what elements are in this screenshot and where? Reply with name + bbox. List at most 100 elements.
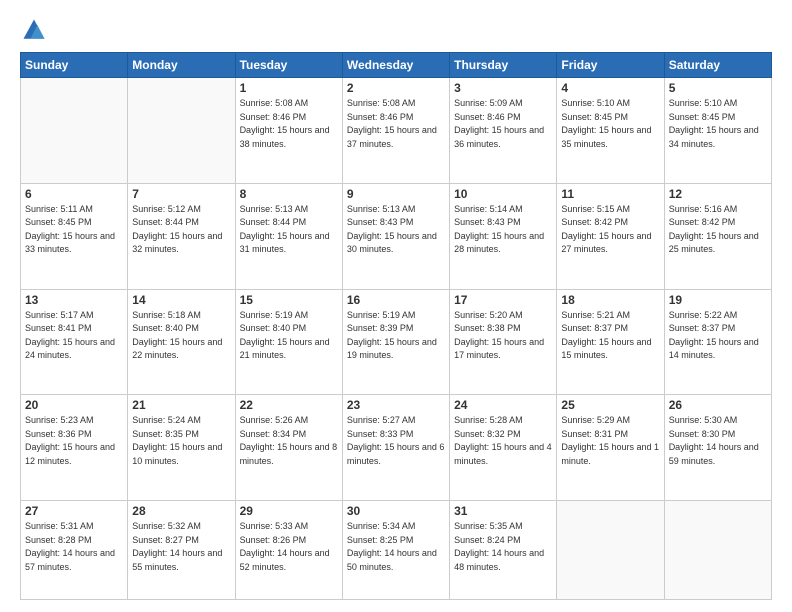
day-info: Sunrise: 5:13 AMSunset: 8:44 PMDaylight:…: [240, 203, 338, 257]
calendar-cell: 11 Sunrise: 5:15 AMSunset: 8:42 PMDayligh…: [557, 183, 664, 289]
calendar-cell: 14 Sunrise: 5:18 AMSunset: 8:40 PMDayligh…: [128, 289, 235, 395]
calendar-cell: 31 Sunrise: 5:35 AMSunset: 8:24 PMDayligh…: [450, 501, 557, 600]
day-info: Sunrise: 5:12 AMSunset: 8:44 PMDaylight:…: [132, 203, 230, 257]
day-info: Sunrise: 5:10 AMSunset: 8:45 PMDaylight:…: [561, 97, 659, 151]
page: Sunday Monday Tuesday Wednesday Thursday…: [0, 0, 792, 612]
calendar-cell: 8 Sunrise: 5:13 AMSunset: 8:44 PMDaylight…: [235, 183, 342, 289]
calendar-cell: 21Sunrise: 5:24 AMSunset: 8:35 PMDayligh…: [128, 395, 235, 501]
col-saturday: Saturday: [664, 53, 771, 78]
calendar-cell: 25 Sunrise: 5:29 AMSunset: 8:31 PMDayligh…: [557, 395, 664, 501]
day-number: 26: [669, 398, 767, 412]
calendar-cell: 28Sunrise: 5:32 AMSunset: 8:27 PMDayligh…: [128, 501, 235, 600]
day-info: Sunrise: 5:32 AMSunset: 8:27 PMDaylight:…: [132, 520, 230, 574]
day-info: Sunrise: 5:09 AMSunset: 8:46 PMDaylight:…: [454, 97, 552, 151]
calendar-table: Sunday Monday Tuesday Wednesday Thursday…: [20, 52, 772, 600]
day-number: 8: [240, 187, 338, 201]
calendar-cell: 18 Sunrise: 5:21 AMSunset: 8:37 PMDayligh…: [557, 289, 664, 395]
col-wednesday: Wednesday: [342, 53, 449, 78]
calendar-header-row: Sunday Monday Tuesday Wednesday Thursday…: [21, 53, 772, 78]
calendar-cell: 2 Sunrise: 5:08 AMSunset: 8:46 PMDaylight…: [342, 78, 449, 184]
day-info: Sunrise: 5:18 AMSunset: 8:40 PMDaylight:…: [132, 309, 230, 363]
day-number: 4: [561, 81, 659, 95]
calendar-cell: [557, 501, 664, 600]
calendar-cell: 19 Sunrise: 5:22 AMSunset: 8:37 PMDayligh…: [664, 289, 771, 395]
calendar-cell: 24 Sunrise: 5:28 AMSunset: 8:32 PMDayligh…: [450, 395, 557, 501]
day-number: 1: [240, 81, 338, 95]
calendar-cell: 26 Sunrise: 5:30 AMSunset: 8:30 PMDayligh…: [664, 395, 771, 501]
day-info: Sunrise: 5:11 AMSunset: 8:45 PMDaylight:…: [25, 203, 123, 257]
day-info: Sunrise: 5:28 AMSunset: 8:32 PMDaylight:…: [454, 414, 552, 468]
calendar-cell: 3 Sunrise: 5:09 AMSunset: 8:46 PMDaylight…: [450, 78, 557, 184]
day-info: Sunrise: 5:19 AMSunset: 8:40 PMDaylight:…: [240, 309, 338, 363]
calendar-cell: 9Sunrise: 5:13 AMSunset: 8:43 PMDaylight…: [342, 183, 449, 289]
calendar-cell: 5 Sunrise: 5:10 AMSunset: 8:45 PMDaylight…: [664, 78, 771, 184]
logo-icon: [20, 16, 48, 44]
calendar-cell: [664, 501, 771, 600]
calendar-cell: 20 Sunrise: 5:23 AMSunset: 8:36 PMDayligh…: [21, 395, 128, 501]
day-info: Sunrise: 5:13 AMSunset: 8:43 PMDaylight:…: [347, 203, 445, 257]
day-number: 21: [132, 398, 230, 412]
day-number: 27: [25, 504, 123, 518]
day-info: Sunrise: 5:19 AMSunset: 8:39 PMDaylight:…: [347, 309, 445, 363]
calendar-cell: 17 Sunrise: 5:20 AMSunset: 8:38 PMDayligh…: [450, 289, 557, 395]
day-info: Sunrise: 5:26 AMSunset: 8:34 PMDaylight:…: [240, 414, 338, 468]
day-number: 18: [561, 293, 659, 307]
day-number: 6: [25, 187, 123, 201]
day-info: Sunrise: 5:10 AMSunset: 8:45 PMDaylight:…: [669, 97, 767, 151]
day-number: 14: [132, 293, 230, 307]
col-monday: Monday: [128, 53, 235, 78]
day-info: Sunrise: 5:14 AMSunset: 8:43 PMDaylight:…: [454, 203, 552, 257]
day-number: 20: [25, 398, 123, 412]
day-number: 25: [561, 398, 659, 412]
day-number: 15: [240, 293, 338, 307]
day-info: Sunrise: 5:16 AMSunset: 8:42 PMDaylight:…: [669, 203, 767, 257]
day-info: Sunrise: 5:15 AMSunset: 8:42 PMDaylight:…: [561, 203, 659, 257]
day-info: Sunrise: 5:21 AMSunset: 8:37 PMDaylight:…: [561, 309, 659, 363]
day-number: 2: [347, 81, 445, 95]
day-number: 11: [561, 187, 659, 201]
day-info: Sunrise: 5:23 AMSunset: 8:36 PMDaylight:…: [25, 414, 123, 468]
logo: [20, 16, 52, 44]
calendar-cell: 12 Sunrise: 5:16 AMSunset: 8:42 PMDayligh…: [664, 183, 771, 289]
day-info: Sunrise: 5:33 AMSunset: 8:26 PMDaylight:…: [240, 520, 338, 574]
day-number: 10: [454, 187, 552, 201]
day-info: Sunrise: 5:30 AMSunset: 8:30 PMDaylight:…: [669, 414, 767, 468]
day-info: Sunrise: 5:20 AMSunset: 8:38 PMDaylight:…: [454, 309, 552, 363]
day-number: 3: [454, 81, 552, 95]
day-number: 17: [454, 293, 552, 307]
calendar-cell: [128, 78, 235, 184]
day-number: 13: [25, 293, 123, 307]
day-info: Sunrise: 5:27 AMSunset: 8:33 PMDaylight:…: [347, 414, 445, 468]
calendar-cell: 6 Sunrise: 5:11 AMSunset: 8:45 PMDaylight…: [21, 183, 128, 289]
calendar-cell: 7Sunrise: 5:12 AMSunset: 8:44 PMDaylight…: [128, 183, 235, 289]
calendar-cell: [21, 78, 128, 184]
calendar-cell: 13Sunrise: 5:17 AMSunset: 8:41 PMDayligh…: [21, 289, 128, 395]
calendar-cell: 4 Sunrise: 5:10 AMSunset: 8:45 PMDaylight…: [557, 78, 664, 184]
day-number: 19: [669, 293, 767, 307]
day-info: Sunrise: 5:34 AMSunset: 8:25 PMDaylight:…: [347, 520, 445, 574]
calendar-cell: 16 Sunrise: 5:19 AMSunset: 8:39 PMDayligh…: [342, 289, 449, 395]
day-number: 23: [347, 398, 445, 412]
col-sunday: Sunday: [21, 53, 128, 78]
calendar-cell: 29 Sunrise: 5:33 AMSunset: 8:26 PMDayligh…: [235, 501, 342, 600]
calendar-cell: 1 Sunrise: 5:08 AMSunset: 8:46 PMDaylight…: [235, 78, 342, 184]
col-friday: Friday: [557, 53, 664, 78]
day-number: 22: [240, 398, 338, 412]
day-info: Sunrise: 5:08 AMSunset: 8:46 PMDaylight:…: [240, 97, 338, 151]
day-number: 31: [454, 504, 552, 518]
calendar-cell: 22 Sunrise: 5:26 AMSunset: 8:34 PMDayligh…: [235, 395, 342, 501]
day-info: Sunrise: 5:22 AMSunset: 8:37 PMDaylight:…: [669, 309, 767, 363]
calendar-cell: 15 Sunrise: 5:19 AMSunset: 8:40 PMDayligh…: [235, 289, 342, 395]
day-info: Sunrise: 5:29 AMSunset: 8:31 PMDaylight:…: [561, 414, 659, 468]
day-info: Sunrise: 5:08 AMSunset: 8:46 PMDaylight:…: [347, 97, 445, 151]
header: [20, 16, 772, 44]
day-number: 29: [240, 504, 338, 518]
col-tuesday: Tuesday: [235, 53, 342, 78]
day-info: Sunrise: 5:35 AMSunset: 8:24 PMDaylight:…: [454, 520, 552, 574]
day-number: 5: [669, 81, 767, 95]
day-number: 24: [454, 398, 552, 412]
calendar-cell: 10 Sunrise: 5:14 AMSunset: 8:43 PMDayligh…: [450, 183, 557, 289]
day-number: 16: [347, 293, 445, 307]
calendar-cell: 27Sunrise: 5:31 AMSunset: 8:28 PMDayligh…: [21, 501, 128, 600]
day-number: 12: [669, 187, 767, 201]
